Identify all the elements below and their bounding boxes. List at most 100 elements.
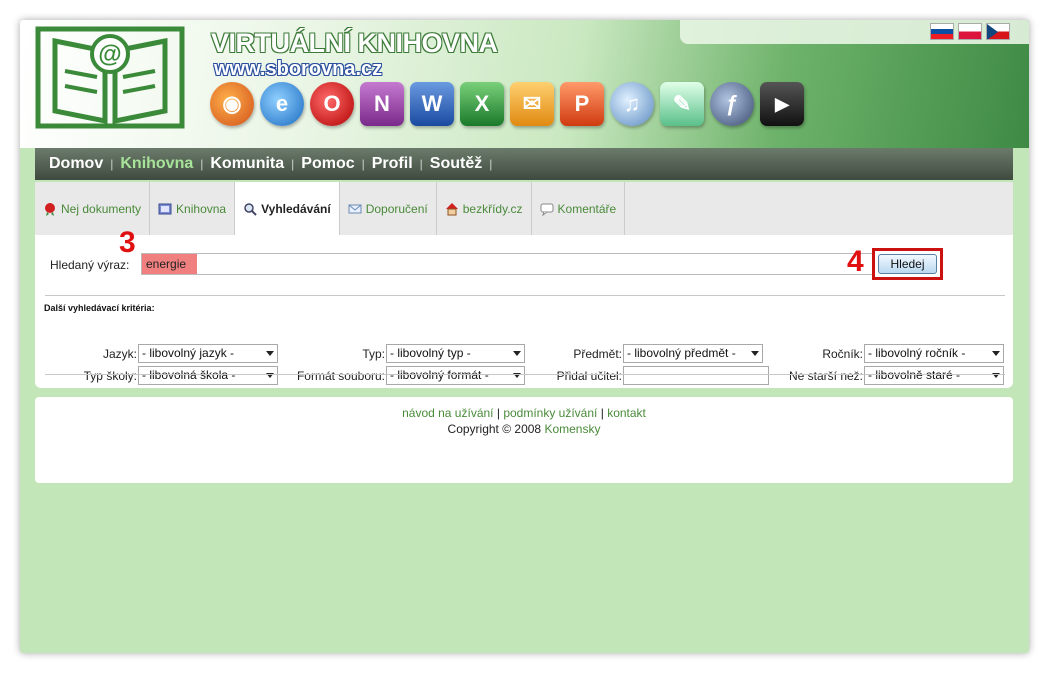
- feather-icon: ✎: [660, 82, 704, 126]
- jazyk-value: - libovolný jazyk -: [142, 346, 235, 360]
- nav-item-pomoc[interactable]: Pomoc: [301, 155, 354, 173]
- page-footer: návod na užívání | podmínky užívání | ko…: [35, 397, 1013, 483]
- tab-label: Knihovna: [176, 201, 227, 216]
- speech-bubble-icon: [540, 203, 554, 216]
- typ-select[interactable]: - libovolný typ -: [386, 344, 525, 363]
- tab-komentare[interactable]: Komentáře: [532, 182, 626, 235]
- sub-tabs: Nej dokumenty Knihovna Vyhledávání Dopor…: [35, 182, 1013, 235]
- nav-item-soutez[interactable]: Soutěž: [430, 155, 482, 173]
- format-label: Formát souboru:: [296, 369, 385, 383]
- language-flags: [930, 23, 1010, 40]
- polish-flag[interactable]: [958, 23, 982, 40]
- firefox-icon: ◉: [210, 82, 254, 126]
- nav-separator: |: [291, 157, 295, 171]
- svg-text:@: @: [98, 41, 121, 68]
- pridal-input[interactable]: [623, 366, 769, 385]
- hledej-button[interactable]: Hledej: [878, 254, 937, 274]
- predmet-select[interactable]: - libovolný předmět -: [623, 344, 763, 363]
- itunes-icon: ♫: [610, 82, 654, 126]
- page-frame: @ VIRTUÁLNÍ KNIHOVNA www.sborovna.cz ◉ e…: [20, 20, 1029, 653]
- nestarsi-label: Ne starší než:: [788, 369, 863, 383]
- opera-icon: O: [310, 82, 354, 126]
- criteria-title: Další vyhledávací kritéria:: [44, 303, 155, 313]
- ie-icon: e: [260, 82, 304, 126]
- tab-label: Komentáře: [557, 201, 617, 216]
- chevron-down-icon: [751, 351, 759, 356]
- site-url[interactable]: www.sborovna.cz: [214, 58, 382, 81]
- outlook-icon: ✉: [510, 82, 554, 126]
- footer-link-podminky[interactable]: podmínky užívání: [503, 406, 597, 420]
- copyright-text: Copyright © 2008: [447, 422, 542, 436]
- powerpoint-icon: P: [560, 82, 604, 126]
- house-icon: [445, 202, 458, 215]
- typ-value: - libovolný typ -: [390, 346, 471, 360]
- search-label: Hledaný výraz:: [50, 258, 130, 272]
- app-icons-row: ◉ e O N W X ✉ P ♫ ✎ ƒ ▶: [210, 82, 804, 126]
- site-header: @ VIRTUÁLNÍ KNIHOVNA www.sborovna.cz ◉ e…: [20, 20, 1029, 148]
- onenote-icon: N: [360, 82, 404, 126]
- envelope-icon: [348, 204, 362, 213]
- main-navigation: Domov | Knihovna | Komunita | Pomoc | Pr…: [35, 148, 1013, 180]
- word-icon: W: [410, 82, 454, 126]
- typ-label: Typ:: [362, 347, 385, 361]
- nav-separator: |: [200, 157, 204, 171]
- chevron-down-icon: [513, 351, 521, 356]
- step-number-4: 4: [847, 245, 864, 278]
- tab-label: Vyhledávání: [261, 201, 331, 216]
- excel-icon: X: [460, 82, 504, 126]
- step-number-3: 3: [119, 226, 136, 259]
- search-panel: Hledaný výraz: energie 3 4 Hledej Další …: [35, 226, 1013, 388]
- chevron-down-icon: [992, 351, 1000, 356]
- chevron-down-icon: [266, 351, 274, 356]
- format-value: - libovolný formát -: [390, 368, 489, 382]
- nav-separator: |: [361, 157, 365, 171]
- nestarsi-value: - libovolně staré -: [868, 368, 961, 382]
- nav-item-knihovna[interactable]: Knihovna: [120, 155, 193, 173]
- divider: [45, 374, 1005, 375]
- rocnik-select[interactable]: - libovolný ročník -: [864, 344, 1004, 363]
- jazyk-label: Jazyk:: [102, 347, 137, 361]
- nestarsi-select[interactable]: - libovolně staré -: [864, 366, 1004, 385]
- slovak-flag[interactable]: [930, 23, 954, 40]
- rosette-icon: [45, 202, 55, 216]
- nav-separator: |: [110, 157, 114, 171]
- footer-separator: |: [600, 406, 604, 420]
- format-select[interactable]: - libovolný formát -: [386, 366, 525, 385]
- tab-bezkridy[interactable]: bezkřídy.cz: [437, 182, 532, 235]
- nav-item-komunita[interactable]: Komunita: [210, 155, 284, 173]
- footer-link-navod[interactable]: návod na užívání: [402, 406, 493, 420]
- tab-label: Doporučení: [365, 201, 428, 216]
- nav-separator: |: [489, 157, 493, 171]
- search-input[interactable]: [141, 253, 873, 275]
- pridal-label: Přidal učitel:: [556, 369, 622, 383]
- jazyk-select[interactable]: - libovolný jazyk -: [138, 344, 278, 363]
- tab-label: Nej dokumenty: [61, 201, 142, 216]
- divider: [45, 295, 1005, 296]
- rocnik-value: - libovolný ročník -: [868, 346, 966, 360]
- tab-label: bezkřídy.cz: [462, 201, 523, 216]
- footer-link-kontakt[interactable]: kontakt: [607, 406, 646, 420]
- nav-item-domov[interactable]: Domov: [49, 155, 103, 173]
- footer-copyright: Copyright © 2008 Komensky: [35, 422, 1013, 436]
- typ-skoly-label: Typ školy:: [83, 369, 137, 383]
- library-logo-icon[interactable]: @: [35, 26, 185, 129]
- search-value-highlight[interactable]: energie: [142, 254, 197, 274]
- flash-icon: ƒ: [710, 82, 754, 126]
- nav-item-profil[interactable]: Profil: [372, 155, 413, 173]
- czech-flag[interactable]: [986, 23, 1010, 40]
- footer-link-komensky[interactable]: Komensky: [544, 422, 600, 436]
- typ-skoly-select[interactable]: - libovolná škola -: [138, 366, 278, 385]
- rocnik-label: Ročník:: [822, 347, 863, 361]
- typ-skoly-value: - libovolná škola -: [142, 368, 236, 382]
- avi-icon: ▶: [760, 82, 804, 126]
- footer-links: návod na užívání | podmínky užívání | ko…: [35, 406, 1013, 420]
- book-icon: [158, 203, 172, 214]
- tab-doporuceni[interactable]: Doporučení: [340, 182, 437, 235]
- nav-separator: |: [419, 157, 423, 171]
- predmet-value: - libovolný předmět -: [627, 346, 736, 360]
- site-title: VIRTUÁLNÍ KNIHOVNA: [211, 28, 498, 58]
- tab-knihovna[interactable]: Knihovna: [150, 182, 236, 235]
- tab-vyhledavani[interactable]: Vyhledávání: [235, 182, 340, 235]
- footer-separator: |: [496, 406, 500, 420]
- predmet-label: Předmět:: [573, 347, 622, 361]
